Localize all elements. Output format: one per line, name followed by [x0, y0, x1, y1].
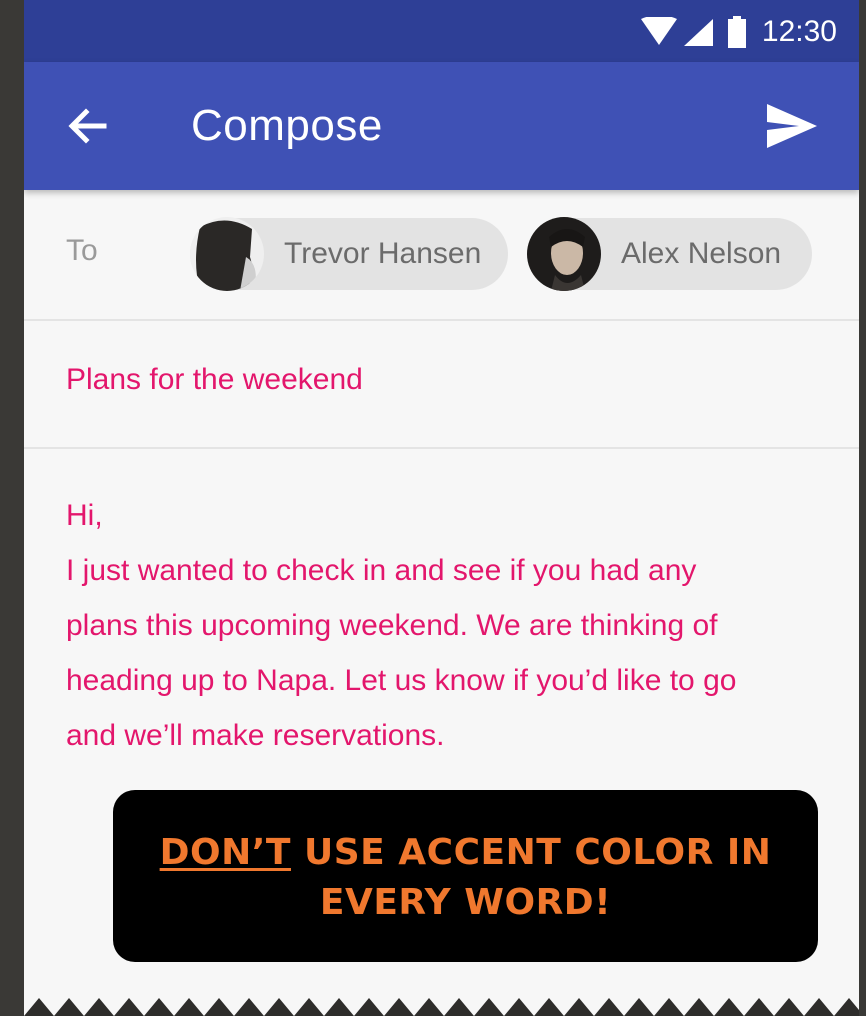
status-icons: 12:30 — [640, 14, 837, 50]
status-time: 12:30 — [761, 15, 837, 48]
wifi-icon — [640, 17, 677, 45]
app-bar: Compose — [24, 62, 859, 190]
avatar-image — [190, 217, 264, 291]
body-line: I just wanted to check in and see if you… — [66, 554, 697, 587]
recipient-name: Alex Nelson — [621, 237, 782, 270]
to-label: To — [66, 234, 98, 267]
recipients-row: To Trevor Hansen Alex Nelson — [24, 190, 859, 321]
recipient-name: Trevor Hansen — [284, 237, 482, 270]
recipient-chip-trevor[interactable]: Trevor Hansen — [190, 217, 508, 291]
guideline-warning-banner: DON’T USE ACCENT COLOR IN EVERY WORD! — [113, 790, 818, 962]
torn-edge-divider — [24, 998, 859, 1016]
subject-field[interactable]: Plans for the weekend — [66, 363, 363, 397]
send-icon[interactable] — [763, 100, 819, 152]
avatar-image — [527, 217, 601, 291]
body-line: and we’ll make reservations. — [66, 719, 445, 752]
body-line: heading up to Napa. Let us know if you’d… — [66, 664, 737, 697]
phone-screen: 12:30 Compose To Trevor Hansen Alex Nels… — [24, 0, 859, 1016]
battery-icon — [727, 16, 746, 48]
recipient-chip-alex[interactable]: Alex Nelson — [527, 217, 812, 291]
page-title: Compose — [191, 101, 383, 150]
arrow-back-icon[interactable] — [64, 102, 112, 150]
warning-line-2: EVERY WORD! — [319, 882, 612, 923]
status-bar: 12:30 — [24, 0, 859, 62]
signal-icon — [683, 19, 713, 46]
avatar — [190, 217, 264, 291]
warning-text: USE ACCENT COLOR IN — [290, 832, 772, 873]
avatar — [527, 217, 601, 291]
warning-line-1: DON’T USE ACCENT COLOR IN — [113, 828, 818, 878]
subject-row[interactable]: Plans for the weekend — [24, 321, 859, 449]
body-line: Hi, — [66, 499, 103, 532]
message-body[interactable]: Hi, I just wanted to check in and see if… — [66, 488, 826, 763]
warning-emphasis: DON’T — [159, 832, 291, 873]
body-line: plans this upcoming weekend. We are thin… — [66, 609, 718, 642]
